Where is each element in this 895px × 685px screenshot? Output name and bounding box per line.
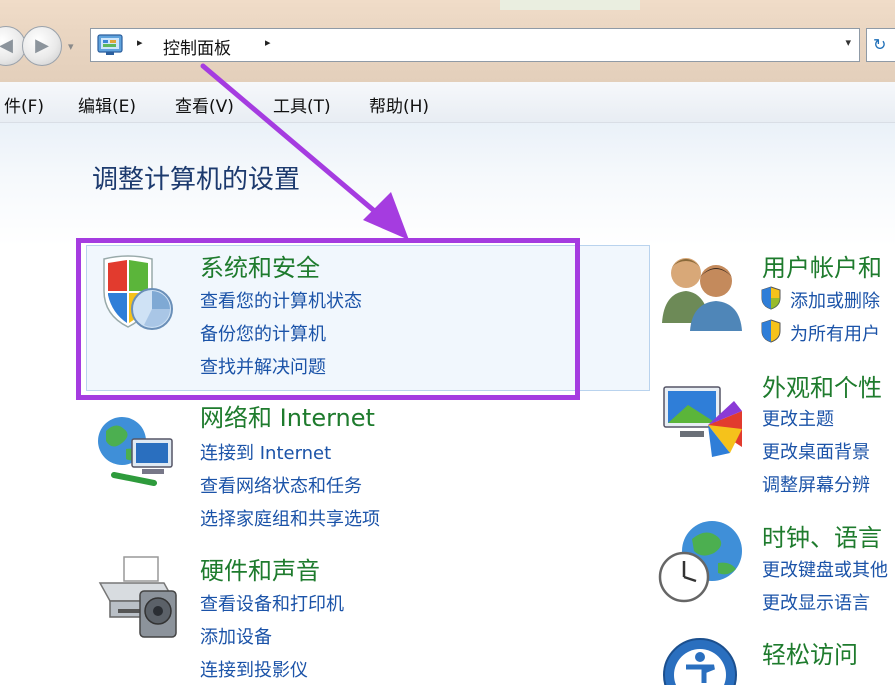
forward-button[interactable]: ▶ xyxy=(22,26,62,66)
category-clock-language[interactable]: 时钟、语言 xyxy=(762,518,882,553)
link-screen-resolution[interactable]: 调整屏幕分辨 xyxy=(762,471,870,497)
history-dropdown-icon[interactable]: ▾ xyxy=(68,40,74,53)
network-globe-icon xyxy=(98,417,173,486)
control-panel-icon xyxy=(97,34,123,55)
link-change-display-language[interactable]: 更改显示语言 xyxy=(762,589,870,615)
annotation-arrow xyxy=(200,63,409,240)
link-change-theme[interactable]: 更改主题 xyxy=(762,405,834,431)
refresh-icon: ↻ xyxy=(873,35,887,54)
category-ease-of-access[interactable]: 轻松访问 xyxy=(762,635,858,670)
link-change-background[interactable]: 更改桌面背景 xyxy=(762,438,870,464)
control-panel-content: 调整计算机的设置 系统和安全 查看您的计算机状态 备份您的计算机 查找并解决问题… xyxy=(0,123,895,685)
link-connect-projector[interactable]: 连接到投影仪 xyxy=(200,656,308,682)
link-add-remove-accounts[interactable]: 添加或删除 xyxy=(790,287,880,313)
navigation-bar: ◀ ▶ ▾ ▸ 控制面板 ▸ ▾ ↻ xyxy=(0,0,895,82)
breadcrumb-control-panel[interactable]: 控制面板 xyxy=(163,34,231,59)
printer-icon xyxy=(98,556,177,638)
category-network-internet[interactable]: 网络和 Internet xyxy=(200,398,375,433)
menu-bar: 件(F) 编辑(E) 查看(V) 工具(T) 帮助(H) xyxy=(0,82,895,123)
uac-shield-icon xyxy=(761,319,781,343)
display-palette-icon xyxy=(663,386,742,457)
address-dropdown-icon[interactable]: ▾ xyxy=(845,36,851,49)
clock-globe-icon xyxy=(658,521,742,603)
link-devices-printers[interactable]: 查看设备和打印机 xyxy=(200,590,344,616)
menu-edit[interactable]: 编辑(E) xyxy=(78,92,136,117)
link-network-status[interactable]: 查看网络状态和任务 xyxy=(200,472,362,498)
users-icon xyxy=(662,258,742,331)
category-user-accounts[interactable]: 用户帐户和 xyxy=(762,248,882,283)
link-add-device[interactable]: 添加设备 xyxy=(200,623,272,649)
breadcrumb-separator-icon[interactable]: ▸ xyxy=(137,36,143,49)
menu-file[interactable]: 件(F) xyxy=(4,92,44,117)
annotation-highlight-box xyxy=(76,238,580,400)
link-parental-controls[interactable]: 为所有用户 xyxy=(790,320,880,346)
link-connect-internet[interactable]: 连接到 Internet xyxy=(200,439,331,465)
breadcrumb-expand-icon[interactable]: ▸ xyxy=(265,36,271,49)
link-homegroup-sharing[interactable]: 选择家庭组和共享选项 xyxy=(200,505,380,531)
ease-of-access-icon xyxy=(663,638,737,685)
uac-shield-icon xyxy=(761,286,781,310)
forward-arrow-icon: ▶ xyxy=(35,35,49,56)
category-appearance[interactable]: 外观和个性 xyxy=(762,368,882,403)
address-bar[interactable]: ▸ 控制面板 ▸ ▾ xyxy=(90,28,860,62)
title-bar-glow xyxy=(500,0,640,10)
refresh-button[interactable]: ↻ xyxy=(866,28,895,62)
category-hardware-sound[interactable]: 硬件和声音 xyxy=(200,551,320,586)
link-change-keyboard[interactable]: 更改键盘或其他 xyxy=(762,556,888,582)
